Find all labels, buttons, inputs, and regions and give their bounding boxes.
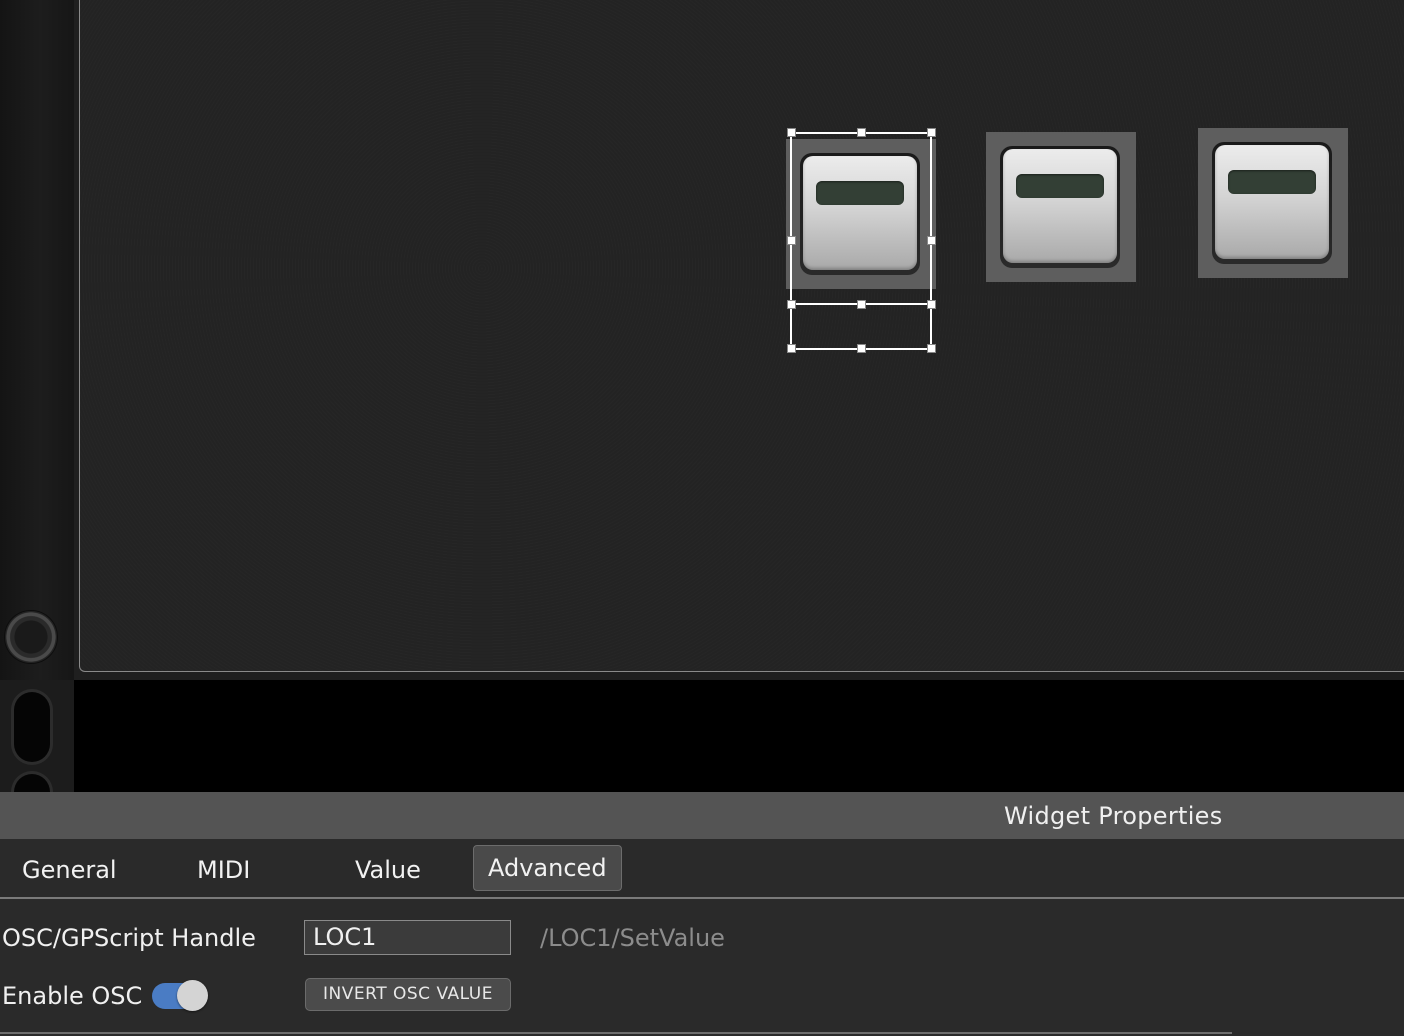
enable-osc-label: Enable OSC <box>2 982 143 1010</box>
resize-handle[interactable] <box>927 236 936 245</box>
led-indicator <box>1016 174 1104 198</box>
panel-separator <box>74 680 1404 792</box>
button-widget-2[interactable] <box>986 132 1136 282</box>
properties-title: Widget Properties <box>1004 802 1223 830</box>
button-widget-1[interactable] <box>786 139 936 289</box>
led-indicator <box>1228 170 1316 194</box>
tab-advanced[interactable]: Advanced <box>473 845 622 891</box>
gig-performer-window: Widget Properties General MIDI Value Adv… <box>0 0 1404 1036</box>
osc-handle-input[interactable]: LOC1 <box>304 920 511 955</box>
button-face <box>803 156 917 270</box>
resize-handle[interactable] <box>927 300 936 309</box>
resize-handle[interactable] <box>927 344 936 353</box>
resize-handle[interactable] <box>787 236 796 245</box>
divider <box>0 1032 1232 1034</box>
resize-handle[interactable] <box>927 128 936 137</box>
tab-general[interactable]: General <box>22 855 117 885</box>
tab-midi[interactable]: MIDI <box>197 855 250 885</box>
widget-canvas-panel[interactable] <box>79 0 1404 672</box>
osc-handle-label: OSC/GPScript Handle <box>2 924 256 952</box>
button-face <box>1215 145 1329 259</box>
rack-slot-icon <box>14 692 50 762</box>
resize-handle[interactable] <box>857 344 866 353</box>
led-indicator <box>816 181 904 205</box>
tab-value[interactable]: Value <box>355 855 421 885</box>
resize-handle[interactable] <box>857 300 866 309</box>
toggle-knob <box>177 980 208 1011</box>
enable-osc-toggle[interactable] <box>152 980 208 1012</box>
resize-handle[interactable] <box>857 128 866 137</box>
left-rack-rail <box>0 0 74 680</box>
resize-handle[interactable] <box>787 344 796 353</box>
osc-path-text: /LOC1/SetValue <box>540 924 725 952</box>
resize-handle[interactable] <box>787 128 796 137</box>
properties-body <box>0 899 1404 1036</box>
rack-screw-icon <box>5 611 57 663</box>
invert-osc-value-button[interactable]: INVERT OSC VALUE <box>305 978 511 1011</box>
resize-handle[interactable] <box>787 300 796 309</box>
button-face <box>1003 149 1117 263</box>
button-widget-3[interactable] <box>1198 128 1348 278</box>
